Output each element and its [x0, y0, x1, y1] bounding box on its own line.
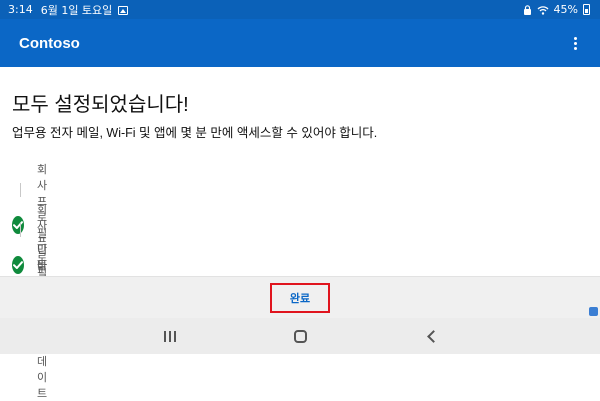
- app-bar: Contoso: [0, 19, 600, 67]
- step-connector: [20, 183, 21, 197]
- footer-bar: 완료: [0, 276, 600, 318]
- more-vertical-icon[interactable]: [568, 33, 582, 53]
- system-nav-bar: [0, 318, 600, 354]
- app-title: Contoso: [19, 34, 80, 52]
- status-time: 3:14: [8, 3, 33, 16]
- status-right-group: 45%: [523, 3, 590, 16]
- status-date: 6월 1일 토요일: [40, 3, 113, 17]
- home-icon[interactable]: [280, 318, 320, 354]
- setup-complete-panel: 모두 설정되었습니다! 업무용 전자 메일, Wi-Fi 및 앱에 몇 분 만에…: [0, 67, 600, 400]
- lock-icon: [523, 4, 531, 15]
- status-bar: 3:14 6월 1일 토요일 45%: [0, 0, 600, 19]
- battery-percent: 45%: [553, 3, 578, 16]
- back-icon[interactable]: [412, 318, 452, 354]
- page-title: 모두 설정되었습니다!: [12, 94, 189, 116]
- page-subtitle: 업무용 전자 메일, Wi-Fi 및 앱에 몇 분 만에 액세스할 수 있어야 …: [12, 126, 378, 140]
- wifi-icon: [537, 5, 549, 15]
- done-button[interactable]: 완료: [270, 283, 330, 313]
- gallery-icon: [118, 5, 129, 15]
- floating-app-icon[interactable]: [589, 307, 598, 316]
- battery-icon: [583, 4, 590, 15]
- recents-icon[interactable]: [150, 318, 190, 354]
- step-connector: [20, 223, 21, 237]
